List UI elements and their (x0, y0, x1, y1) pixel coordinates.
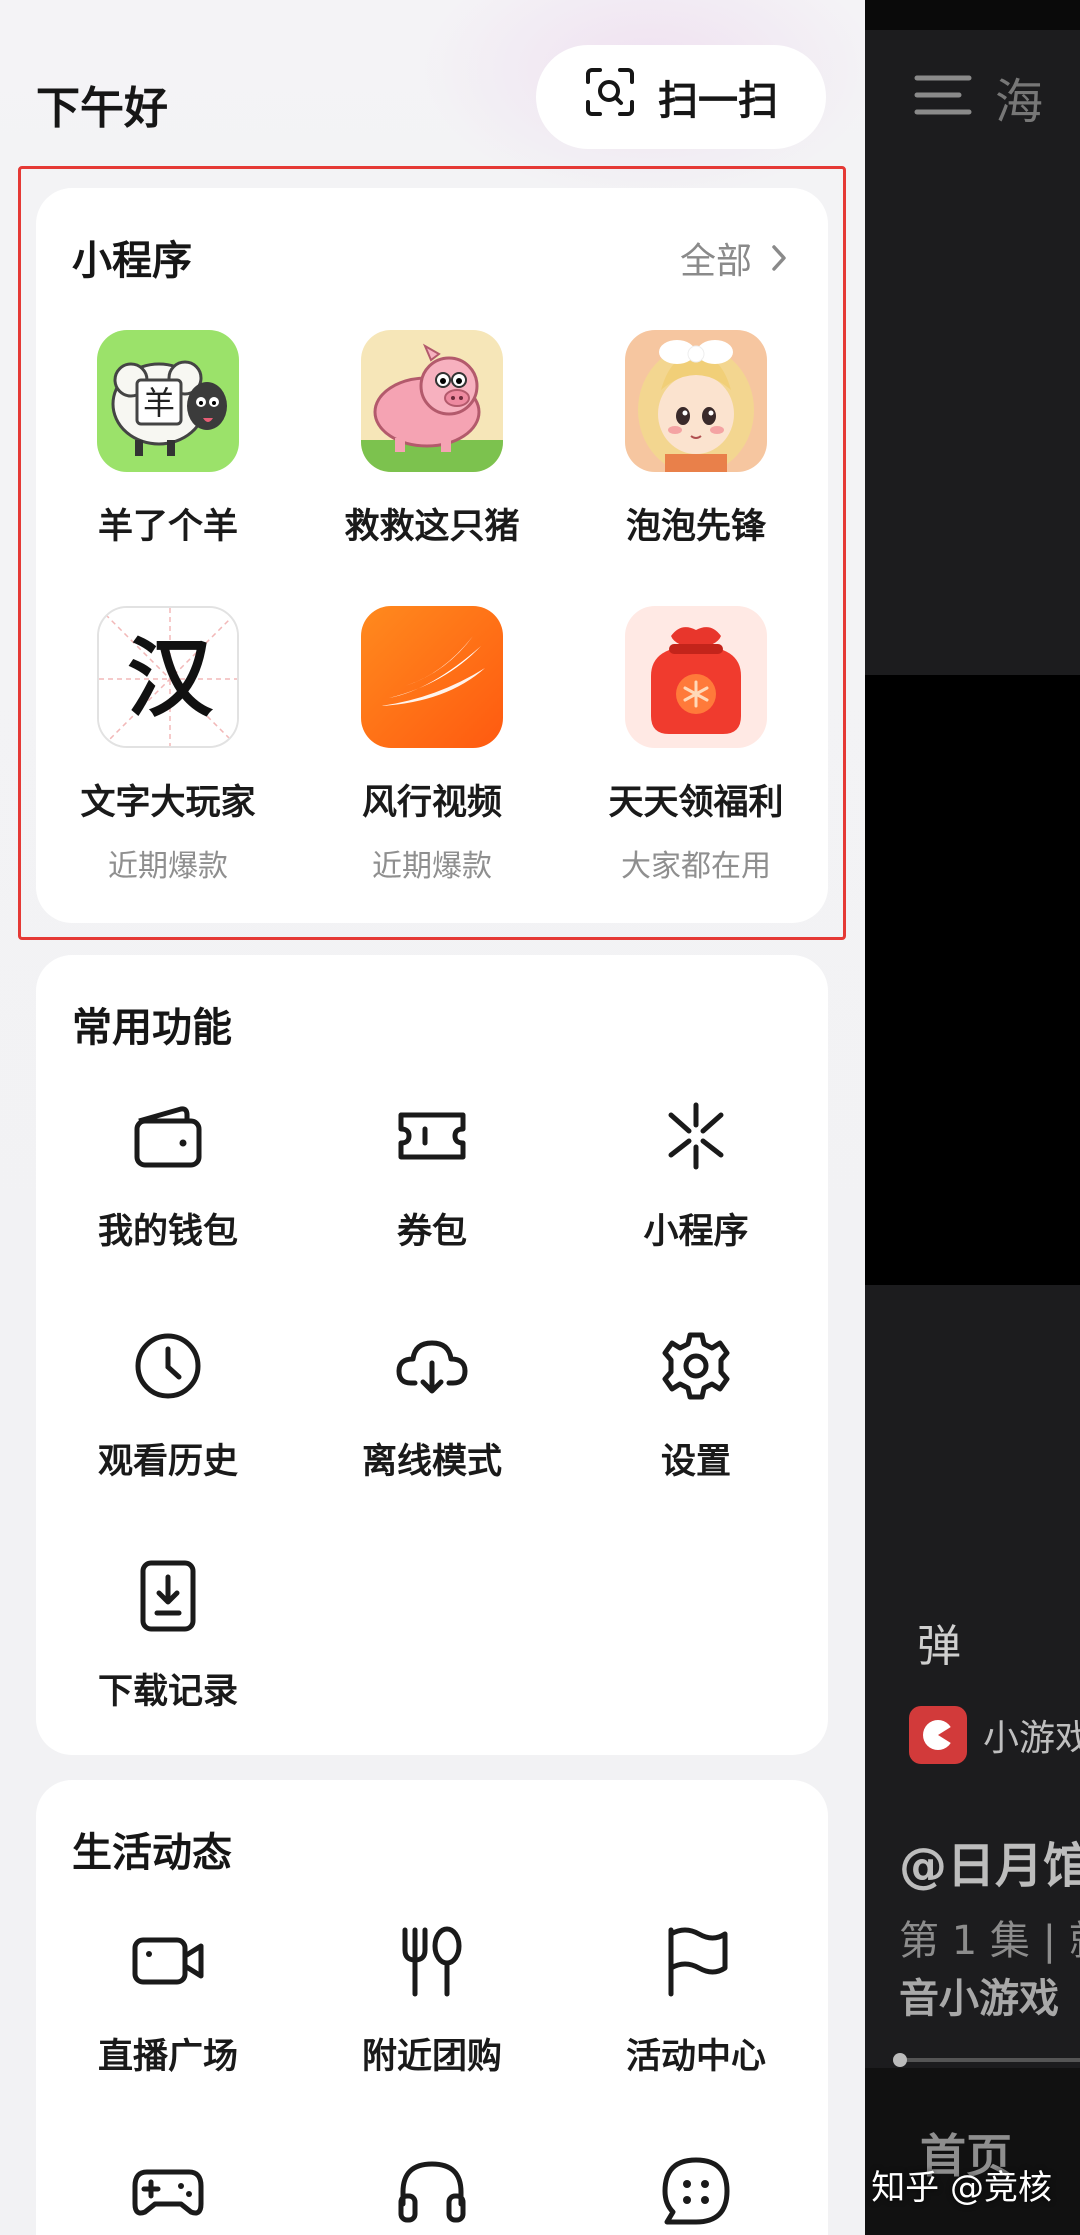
func-downloads[interactable]: 下载记录 (36, 1557, 300, 1714)
greeting-text: 下午好 (36, 83, 168, 134)
common-functions-card: 常用功能 我的钱包 券包 小程序 观看历史 离线模式 设置 下载记录 (36, 955, 828, 1755)
funshion-video-icon (361, 606, 503, 748)
func-history[interactable]: 观看历史 (36, 1327, 300, 1484)
watermark-text: 知乎 @竞核 (871, 2168, 1052, 2208)
func-mini-program[interactable]: 小程序 (564, 1097, 828, 1254)
func-label: 附近团购 (361, 2037, 502, 2077)
mini-app-name: 天天领福利 (608, 783, 784, 823)
scan-label: 扫一扫 (658, 78, 778, 124)
life-activity-card: 生活动态 直播广场 附近团购 活动中心 (36, 1780, 828, 2235)
mini-app-name: 泡泡先锋 (625, 507, 766, 547)
side-drawer: 下午好 扫一扫 小程序 全部 羊 羊了个羊 救救这只猪 泡泡先锋 汉 文字大玩家… (0, 0, 865, 2235)
headphones-icon (393, 2152, 471, 2230)
mini-app-word[interactable]: 汉 文字大玩家 近期爆款 (36, 606, 300, 885)
func-coupon[interactable]: 券包 (300, 1097, 564, 1254)
func-offline[interactable]: 离线模式 (300, 1327, 564, 1484)
episode-text: 第 1 集 | 就 (899, 1918, 1080, 1964)
pig-game-icon (361, 330, 503, 472)
mini-app-subtitle: 近期爆款 (108, 849, 228, 884)
life-audio[interactable] (300, 2152, 564, 2230)
mini-app-name: 文字大玩家 (80, 783, 256, 823)
mini-app-welfare[interactable]: 天天领福利 大家都在用 (564, 606, 828, 885)
func-label: 观看历史 (97, 1442, 238, 1482)
sheep-glyph: 羊 (143, 384, 175, 422)
gamepad-icon (129, 2152, 207, 2230)
background-app: 海 弹 小游戏 @日月馆 第 1 集 | 就 音小游戏 首页 (865, 0, 1080, 2235)
mini-program-card: 小程序 全部 羊 羊了个羊 救救这只猪 泡泡先锋 汉 文字大玩家 近期爆款 风行… (36, 188, 828, 923)
gear-icon (657, 1327, 735, 1405)
mini-app-funshion[interactable]: 风行视频 近期爆款 (300, 606, 564, 885)
mini-program-title: 小程序 (72, 238, 192, 284)
video-camera-icon (129, 1922, 207, 2000)
bubble-girl-icon (625, 330, 767, 472)
mini-app-name: 羊了个羊 (97, 507, 238, 547)
mini-app-sheep[interactable]: 羊 羊了个羊 (36, 330, 300, 549)
danmaku-label[interactable]: 弹 (917, 1610, 961, 1674)
ticket-icon (393, 1097, 471, 1175)
func-label: 我的钱包 (97, 1212, 238, 1252)
func-label: 离线模式 (361, 1442, 502, 1482)
mini-app-subtitle: 近期爆款 (372, 849, 492, 884)
sheep-game-icon: 羊 (97, 330, 239, 472)
mini-game-tag[interactable]: 小游戏 (909, 1706, 1080, 1764)
life-activity-title: 生活动态 (72, 1830, 232, 1876)
video-tag: 音小游戏 (899, 1976, 1059, 2022)
wallet-icon (129, 1097, 207, 1175)
menu-icon[interactable] (913, 70, 973, 120)
life-games[interactable] (36, 2152, 300, 2230)
func-wallet[interactable]: 我的钱包 (36, 1097, 300, 1254)
game-logo-icon (909, 1706, 967, 1764)
mini-app-bubble[interactable]: 泡泡先锋 (564, 330, 828, 549)
han-glyph: 汉 (127, 628, 214, 729)
status-bar-strip (865, 0, 1080, 30)
func-label: 活动中心 (625, 2037, 766, 2077)
life-events[interactable]: 活动中心 (564, 1922, 828, 2079)
func-label: 直播广场 (97, 2037, 238, 2077)
mini-app-subtitle: 大家都在用 (621, 849, 771, 884)
mini-app-name: 救救这只猪 (344, 507, 520, 547)
func-label: 券包 (396, 1212, 467, 1252)
fork-spoon-icon (393, 1922, 471, 2000)
clock-icon (129, 1327, 207, 1405)
video-progress-bar[interactable] (893, 2053, 1080, 2067)
chat-dots-icon (657, 2152, 735, 2230)
func-label: 设置 (660, 1442, 731, 1482)
view-all-link[interactable]: 全部 (680, 232, 792, 284)
mini-app-name: 风行视频 (361, 783, 502, 823)
chevron-right-icon (772, 245, 786, 271)
func-settings[interactable]: 设置 (564, 1327, 828, 1484)
scan-icon (584, 66, 636, 128)
background-title: 海 (995, 74, 1044, 130)
cloud-download-icon (393, 1327, 471, 1405)
func-label: 下载记录 (97, 1672, 238, 1712)
mini-game-label: 小游戏 (983, 1718, 1080, 1759)
life-groupbuy[interactable]: 附近团购 (300, 1922, 564, 2079)
red-packet-icon (625, 606, 767, 748)
common-functions-title: 常用功能 (72, 1005, 232, 1051)
progress-handle[interactable] (893, 2053, 907, 2067)
scan-button[interactable]: 扫一扫 (536, 45, 826, 149)
download-file-icon (129, 1557, 207, 1635)
flag-icon (657, 1922, 735, 2000)
life-live[interactable]: 直播广场 (36, 1922, 300, 2079)
han-character-icon: 汉 (97, 606, 239, 748)
mini-app-pig[interactable]: 救救这只猪 (300, 330, 564, 549)
video-area[interactable] (865, 675, 1080, 1285)
author-handle[interactable]: @日月馆 (899, 1826, 1080, 1896)
func-label: 小程序 (643, 1212, 749, 1252)
mini-program-icon (657, 1097, 735, 1175)
view-all-label: 全部 (679, 241, 752, 282)
life-chat[interactable] (564, 2152, 828, 2230)
